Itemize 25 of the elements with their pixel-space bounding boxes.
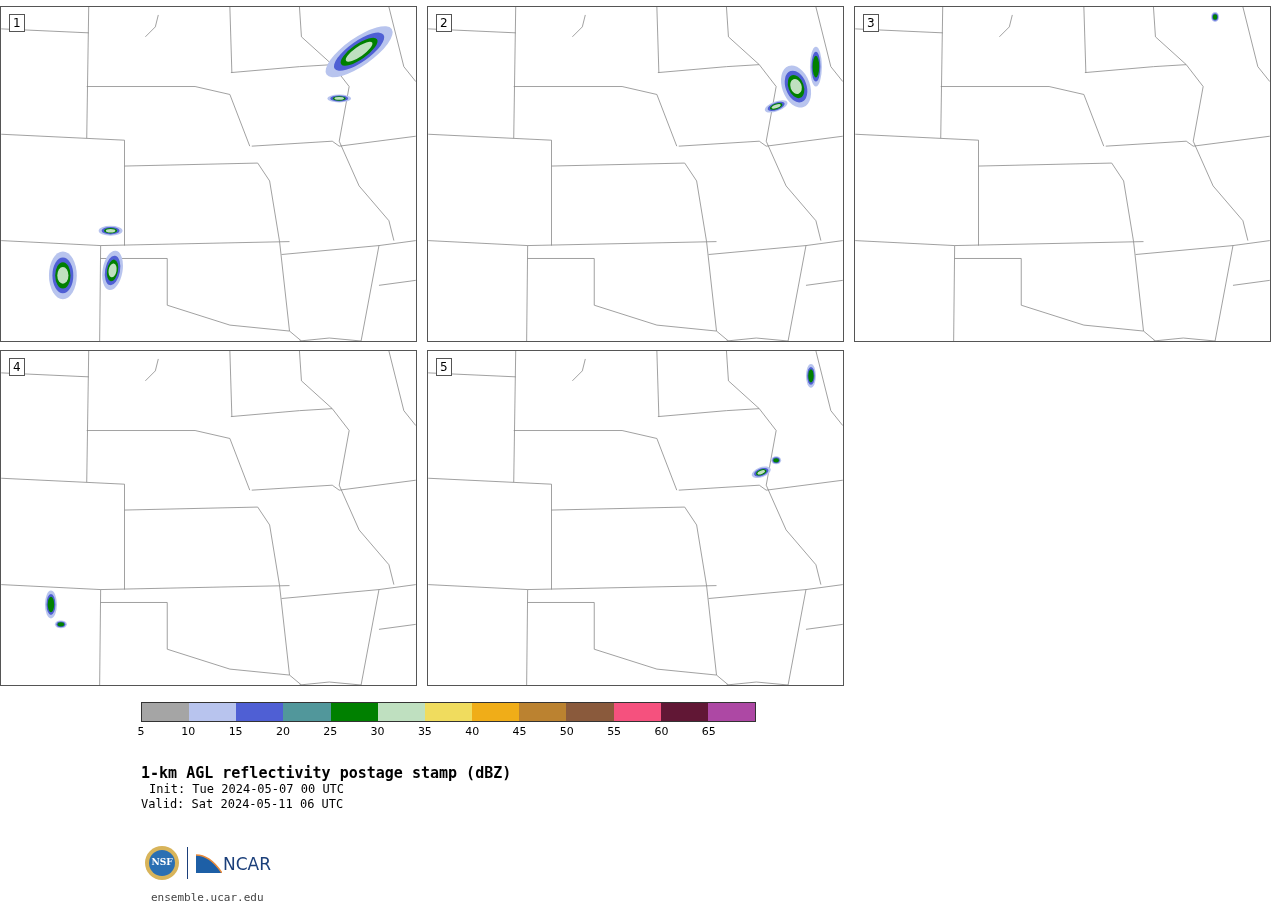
- tick-label: 50: [559, 726, 574, 738]
- tick-label: 60: [654, 726, 669, 738]
- tick-label: 30: [370, 726, 385, 738]
- panel-number: 5: [436, 358, 452, 376]
- tick-label: 15: [228, 726, 243, 738]
- tick-label: 25: [323, 726, 338, 738]
- panel-number: 2: [436, 14, 452, 32]
- swoosh-icon: [196, 853, 222, 873]
- seal-text: NSF: [151, 856, 173, 870]
- logo-wordmark: NCAR: [223, 855, 272, 873]
- panel-number: 1: [9, 14, 25, 32]
- tick-label: 20: [275, 726, 290, 738]
- chart-title: 1-km AGL reflectivity postage stamp (dBZ): [141, 764, 512, 782]
- tick-label: 40: [465, 726, 480, 738]
- tick-label: 35: [417, 726, 432, 738]
- panel-number: 4: [9, 358, 25, 376]
- tick-label: 45: [512, 726, 527, 738]
- tick-label: 65: [701, 726, 716, 738]
- valid-time: Valid: Sat 2024-05-11 06 UTC: [141, 797, 344, 812]
- panel-number: 3: [863, 14, 879, 32]
- tick-label: 55: [607, 726, 622, 738]
- init-time: Init: Tue 2024-05-07 00 UTC: [148, 782, 345, 797]
- tick-label: 10: [181, 726, 196, 738]
- tick-label: 5: [137, 726, 145, 738]
- site-url: ensemble.ucar.edu: [151, 891, 264, 901]
